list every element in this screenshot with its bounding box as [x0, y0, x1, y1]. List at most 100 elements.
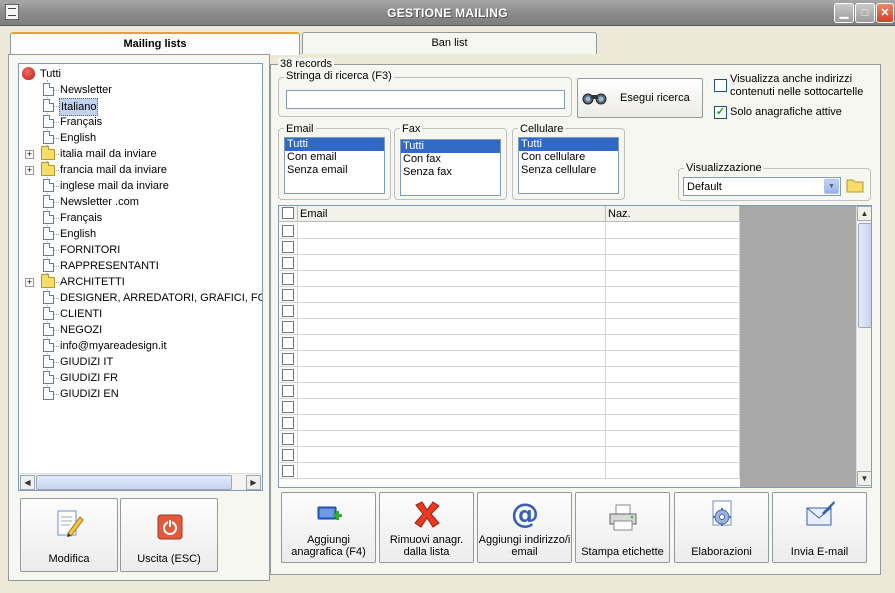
column-naz[interactable]: Naz.: [606, 206, 740, 222]
naz-cell[interactable]: [606, 367, 740, 383]
rimuovi-anagrafica-button[interactable]: Rimuovi anagr. dalla lista: [379, 492, 474, 563]
tab-ban-list[interactable]: Ban list: [302, 32, 597, 54]
email-cell[interactable]: [298, 255, 606, 271]
expand-icon[interactable]: +: [25, 150, 34, 159]
row-checkbox[interactable]: [282, 449, 294, 461]
row-checkbox[interactable]: [282, 401, 294, 413]
tree-item[interactable]: NEGOZI: [19, 322, 262, 338]
tree-item[interactable]: + ARCHITETTI: [19, 274, 262, 290]
modifica-button[interactable]: Modifica: [20, 498, 118, 572]
aggiungi-anagrafica-button[interactable]: Aggiungi anagrafica (F4): [281, 492, 376, 563]
email-cell[interactable]: [298, 415, 606, 431]
row-checkbox[interactable]: [282, 289, 294, 301]
tree-item[interactable]: GIUDIZI EN: [19, 386, 262, 402]
active-only-checkbox[interactable]: ✓: [714, 106, 727, 119]
search-input[interactable]: [286, 90, 565, 109]
records-grid[interactable]: Email Naz. ▲ ▼: [278, 205, 872, 488]
table-row[interactable]: [279, 463, 740, 479]
tree-item[interactable]: + francia mail da inviare: [19, 162, 262, 178]
scroll-up-button[interactable]: ▲: [857, 206, 871, 221]
tab-mailing-lists[interactable]: Mailing lists: [10, 32, 300, 55]
tree-root[interactable]: Tutti: [19, 66, 259, 82]
subfolders-checkbox[interactable]: [714, 79, 727, 92]
invia-email-button[interactable]: Invia E-mail: [772, 492, 867, 563]
table-row[interactable]: [279, 351, 740, 367]
tree-item[interactable]: + italia mail da inviare: [19, 146, 262, 162]
tree-item[interactable]: Français: [19, 210, 262, 226]
close-button[interactable]: ✕: [876, 3, 894, 23]
naz-cell[interactable]: [606, 271, 740, 287]
email-filter-option[interactable]: Tutti: [285, 138, 384, 151]
cellulare-filter-list[interactable]: Tutti Con cellulare Senza cellulare: [518, 137, 619, 194]
table-row[interactable]: [279, 255, 740, 271]
tree-item[interactable]: English: [19, 130, 262, 146]
expand-icon[interactable]: +: [25, 278, 34, 287]
row-checkbox[interactable]: [282, 417, 294, 429]
naz-cell[interactable]: [606, 447, 740, 463]
table-row[interactable]: [279, 239, 740, 255]
tree-item[interactable]: Newsletter: [19, 82, 262, 98]
email-cell[interactable]: [298, 239, 606, 255]
table-row[interactable]: [279, 383, 740, 399]
minimize-button[interactable]: ▁: [834, 3, 854, 23]
email-filter-list[interactable]: Tutti Con email Senza email: [284, 137, 385, 194]
tree-item[interactable]: CLIENTI: [19, 306, 262, 322]
tree-horizontal-scrollbar[interactable]: ◀ ▶: [19, 473, 262, 490]
cellulare-filter-option[interactable]: Con cellulare: [519, 151, 618, 164]
naz-cell[interactable]: [606, 351, 740, 367]
table-row[interactable]: [279, 335, 740, 351]
table-row[interactable]: [279, 431, 740, 447]
email-cell[interactable]: [298, 271, 606, 287]
naz-cell[interactable]: [606, 239, 740, 255]
folder-icon[interactable]: [846, 177, 864, 193]
table-row[interactable]: [279, 367, 740, 383]
row-checkbox[interactable]: [282, 337, 294, 349]
scroll-thumb[interactable]: [36, 475, 232, 490]
naz-cell[interactable]: [606, 303, 740, 319]
tree-item[interactable]: Italiano: [19, 98, 262, 116]
email-cell[interactable]: [298, 367, 606, 383]
tree-item[interactable]: info@myareadesign.it: [19, 338, 262, 354]
select-all-checkbox[interactable]: [282, 207, 294, 219]
naz-cell[interactable]: [606, 415, 740, 431]
tree-item[interactable]: DESIGNER, ARREDATORI, GRAFICI, FOTO: [19, 290, 262, 306]
tree-item[interactable]: GIUDIZI IT: [19, 354, 262, 370]
tree-item[interactable]: FORNITORI: [19, 242, 262, 258]
cellulare-filter-option[interactable]: Tutti: [519, 138, 618, 151]
email-cell[interactable]: [298, 383, 606, 399]
row-checkbox[interactable]: [282, 385, 294, 397]
email-cell[interactable]: [298, 431, 606, 447]
fax-filter-list[interactable]: Tutti Con fax Senza fax: [400, 139, 501, 196]
email-cell[interactable]: [298, 223, 606, 239]
table-row[interactable]: [279, 319, 740, 335]
chevron-down-icon[interactable]: ▼: [824, 179, 839, 194]
row-checkbox[interactable]: [282, 353, 294, 365]
table-row[interactable]: [279, 223, 740, 239]
fax-filter-option[interactable]: Senza fax: [401, 166, 500, 179]
tree-item[interactable]: GIUDIZI FR: [19, 370, 262, 386]
naz-cell[interactable]: [606, 287, 740, 303]
naz-cell[interactable]: [606, 255, 740, 271]
grid-vertical-scrollbar[interactable]: ▲ ▼: [856, 206, 871, 487]
visualizzazione-select[interactable]: Default ▼: [683, 177, 841, 196]
naz-cell[interactable]: [606, 431, 740, 447]
expand-icon[interactable]: +: [25, 166, 34, 175]
stampa-etichette-button[interactable]: Stampa etichette: [575, 492, 670, 563]
scroll-thumb[interactable]: [858, 223, 871, 328]
naz-cell[interactable]: [606, 383, 740, 399]
naz-cell[interactable]: [606, 223, 740, 239]
naz-cell[interactable]: [606, 335, 740, 351]
naz-cell[interactable]: [606, 399, 740, 415]
row-checkbox[interactable]: [282, 305, 294, 317]
mailing-list-tree[interactable]: Tutti Newsletter Italiano Français English +…: [18, 63, 263, 491]
email-cell[interactable]: [298, 463, 606, 479]
fax-filter-option[interactable]: Con fax: [401, 153, 500, 166]
esegui-ricerca-button[interactable]: Esegui ricerca: [577, 78, 703, 118]
email-filter-option[interactable]: Senza email: [285, 164, 384, 177]
email-cell[interactable]: [298, 399, 606, 415]
row-checkbox[interactable]: [282, 321, 294, 333]
email-cell[interactable]: [298, 447, 606, 463]
aggiungi-email-button[interactable]: @ Aggiungi indirizzo/i email: [477, 492, 572, 563]
table-row[interactable]: [279, 271, 740, 287]
table-row[interactable]: [279, 303, 740, 319]
